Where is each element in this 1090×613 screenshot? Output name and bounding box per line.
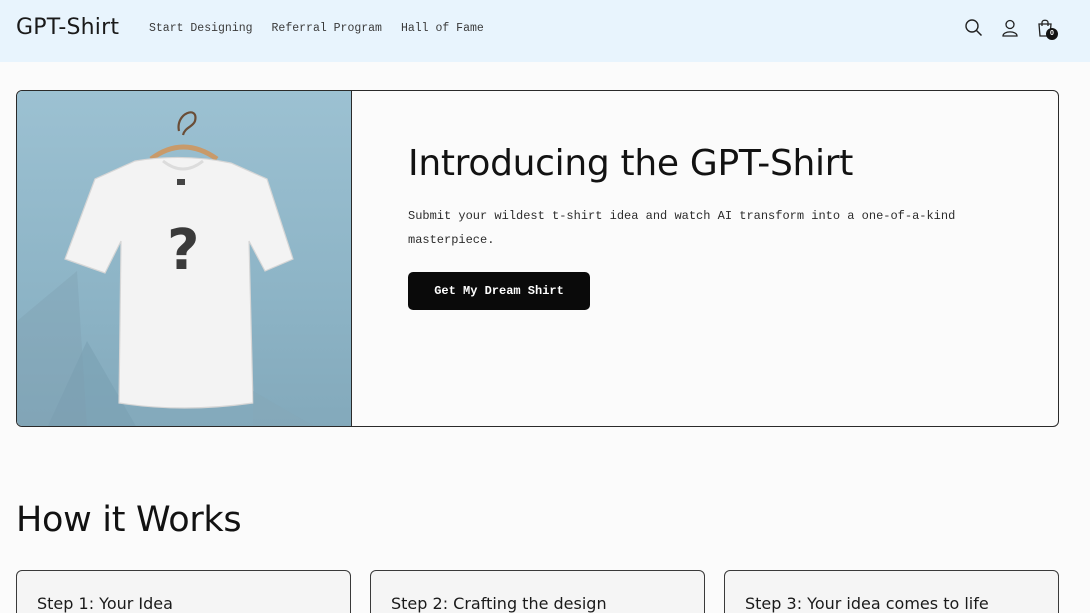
question-mark-graphic: ? [167,218,199,283]
step-1-label: Step 1: Your Idea [37,594,173,613]
how-it-works-title: How it Works [16,500,242,540]
hero-banner: ? Introducing the GPT-Shirt Submit your … [16,90,1059,427]
get-dream-shirt-button[interactable]: Get My Dream Shirt [408,272,590,310]
step-card[interactable]: Step 1: Your Idea [16,570,351,613]
step-2-label: Step 2: Crafting the design [391,594,607,613]
step-3-label: Step 3: Your idea comes to life [745,594,989,613]
hero-subtitle: Submit your wildest t-shirt idea and wat… [408,209,956,247]
step-card[interactable]: Step 3: Your idea comes to life [724,570,1059,613]
main-nav: Start Designing Referral Program Hall of… [149,22,484,35]
nav-hall-of-fame[interactable]: Hall of Fame [401,22,484,35]
search-icon[interactable] [964,18,984,38]
nav-referral-program[interactable]: Referral Program [272,22,382,35]
step-card[interactable]: Step 2: Crafting the design [370,570,705,613]
hero-title: Introducing the GPT-Shirt [408,143,854,184]
account-icon[interactable] [1000,18,1020,38]
cart-count-badge: 0 [1046,28,1058,40]
brand-logo[interactable]: GPT-Shirt [16,15,119,40]
nav-start-designing[interactable]: Start Designing [149,22,253,35]
site-header: GPT-Shirt Start Designing Referral Progr… [0,0,1090,62]
hero-tshirt-image: ? [17,91,352,426]
